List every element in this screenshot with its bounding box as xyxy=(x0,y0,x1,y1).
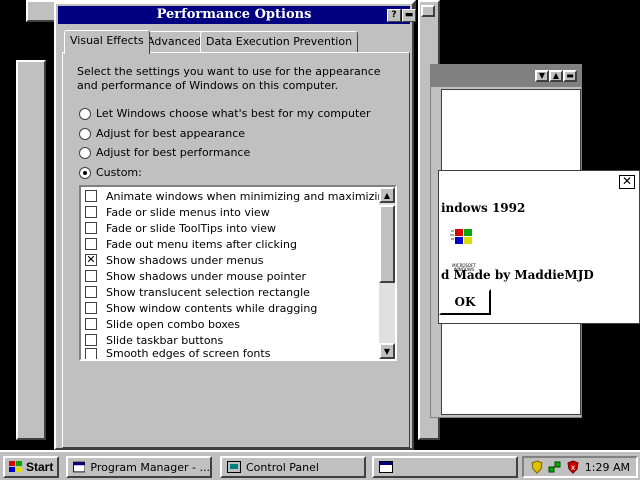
svg-text:x: x xyxy=(571,463,576,472)
list-item-label: Show shadows under menus xyxy=(106,253,264,267)
windows-logo-icon: MICROSOFT WINDOWS xyxy=(449,227,479,272)
tab-advanced[interactable]: Advanced xyxy=(141,31,208,53)
list-item[interactable]: Fade or slide ToolTips into view xyxy=(85,220,276,236)
about-credit: d Made by MaddieMJD xyxy=(441,268,594,282)
list-item[interactable]: ✕ Show shadows under menus xyxy=(85,252,263,268)
shield-icon[interactable] xyxy=(530,460,544,474)
radio-button[interactable] xyxy=(79,107,91,120)
window-icon xyxy=(379,461,393,473)
list-item-label: Show translucent selection rectangle xyxy=(106,285,310,299)
windows-flag-icon xyxy=(9,461,22,472)
taskbar-program-manager[interactable]: Program Manager - ... xyxy=(66,456,212,478)
scroll-up-arrow-icon[interactable]: ▲ xyxy=(379,187,395,203)
checkbox[interactable] xyxy=(85,334,97,346)
menu-button[interactable]: ▬ xyxy=(563,70,577,82)
system-tray: x 1:29 AM xyxy=(522,456,638,478)
taskbar-performance-options[interactable] xyxy=(372,456,518,478)
checkbox[interactable] xyxy=(85,206,97,218)
list-item-label: Show window contents while dragging xyxy=(106,301,318,315)
tab-visual-effects[interactable]: Visual Effects xyxy=(64,30,150,54)
checkbox[interactable] xyxy=(85,318,97,330)
vertical-scrollbar[interactable]: ▲ ▼ xyxy=(379,187,395,359)
program-manager-icon xyxy=(73,461,86,473)
dialog-titlebar[interactable]: Performance Options ? ▬ xyxy=(58,6,416,24)
list-item-label: Fade or slide menus into view xyxy=(106,205,270,219)
effects-list[interactable]: Animate windows when minimizing and maxi… xyxy=(79,185,397,361)
checkbox[interactable] xyxy=(85,302,97,314)
radio-best-performance[interactable]: Adjust for best performance xyxy=(79,146,250,159)
list-item[interactable]: Show translucent selection rectangle xyxy=(85,284,310,300)
radio-best-appearance[interactable]: Adjust for best appearance xyxy=(79,127,245,140)
dialog-title: Performance Options xyxy=(156,7,312,22)
checkbox-checked[interactable]: ✕ xyxy=(85,254,97,266)
scroll-thumb[interactable] xyxy=(379,205,395,283)
list-item[interactable]: Fade or slide menus into view xyxy=(85,204,270,220)
list-item[interactable]: Show shadows under mouse pointer xyxy=(85,268,306,284)
close-button[interactable]: ✕ xyxy=(619,175,635,189)
radio-label: Custom: xyxy=(96,166,142,179)
about-title: indows 1992 xyxy=(441,201,526,215)
start-label: Start xyxy=(26,460,54,474)
checkbox[interactable] xyxy=(85,286,97,298)
maximize-button[interactable]: ▲ xyxy=(549,70,563,82)
control-panel-icon xyxy=(227,461,241,473)
scroll-down-arrow-icon[interactable]: ▼ xyxy=(379,343,395,359)
list-item[interactable]: Show window contents while dragging xyxy=(85,300,317,316)
list-item-label: Slide taskbar buttons xyxy=(106,333,224,347)
radio-button[interactable] xyxy=(79,146,91,159)
description-text: Select the settings you want to use for … xyxy=(77,65,381,92)
task-label: Control Panel xyxy=(246,460,319,474)
list-item[interactable]: Smooth edges of screen fonts xyxy=(85,348,270,359)
checkbox[interactable] xyxy=(85,222,97,234)
radio-button-selected[interactable] xyxy=(79,166,91,179)
list-item-label: Fade out menu items after clicking xyxy=(106,237,297,251)
checkbox[interactable] xyxy=(85,270,97,282)
security-alert-icon[interactable]: x xyxy=(566,460,580,474)
minimize-button[interactable]: ▼ xyxy=(535,70,549,82)
list-item[interactable]: Fade out menu items after clicking xyxy=(85,236,297,252)
checkbox[interactable] xyxy=(85,348,97,359)
list-item-label: Smooth edges of screen fonts xyxy=(106,348,271,359)
start-button[interactable]: Start xyxy=(3,456,59,478)
tab-data-execution-prevention[interactable]: Data Execution Prevention xyxy=(200,31,359,53)
restore-button[interactable] xyxy=(421,5,435,17)
about-window: ✕ indows 1992 MICROSOFT WINDOWS d Made b… xyxy=(438,170,640,324)
network-icon[interactable] xyxy=(548,460,562,474)
radio-custom[interactable]: Custom: xyxy=(79,166,142,179)
radio-let-windows-choose[interactable]: Let Windows choose what's best for my co… xyxy=(79,107,371,120)
radio-label: Adjust for best appearance xyxy=(96,127,246,140)
radio-label: Let Windows choose what's best for my co… xyxy=(96,107,371,120)
taskbar-control-panel[interactable]: Control Panel xyxy=(220,456,366,478)
task-label: Program Manager - ... xyxy=(90,460,210,474)
program-manager-titlebar[interactable]: ▼ ▲ ▬ xyxy=(431,65,581,87)
close-button[interactable]: ▬ xyxy=(402,9,416,22)
checkbox[interactable] xyxy=(85,190,97,202)
taskbar: Start Program Manager - ... Control Pane… xyxy=(0,450,640,480)
background-window xyxy=(16,60,46,440)
help-button[interactable]: ? xyxy=(387,9,401,22)
list-item-label: Fade or slide ToolTips into view xyxy=(106,221,277,235)
list-item[interactable]: Slide taskbar buttons xyxy=(85,332,223,348)
list-item[interactable]: Animate windows when minimizing and maxi… xyxy=(85,188,391,204)
performance-options-dialog: Performance Options ? ▬ Visual Effects A… xyxy=(54,2,416,450)
radio-label: Adjust for best performance xyxy=(96,146,251,159)
visual-effects-panel: Select the settings you want to use for … xyxy=(62,52,410,448)
list-item-label: Animate windows when minimizing and maxi… xyxy=(106,189,392,203)
list-item[interactable]: Slide open combo boxes xyxy=(85,316,240,332)
list-item-label: Show shadows under mouse pointer xyxy=(106,269,307,283)
radio-button[interactable] xyxy=(79,127,91,140)
list-item-label: Slide open combo boxes xyxy=(106,317,241,331)
ok-button[interactable]: OK xyxy=(439,289,491,315)
checkbox[interactable] xyxy=(85,238,97,250)
clock[interactable]: 1:29 AM xyxy=(585,461,636,474)
